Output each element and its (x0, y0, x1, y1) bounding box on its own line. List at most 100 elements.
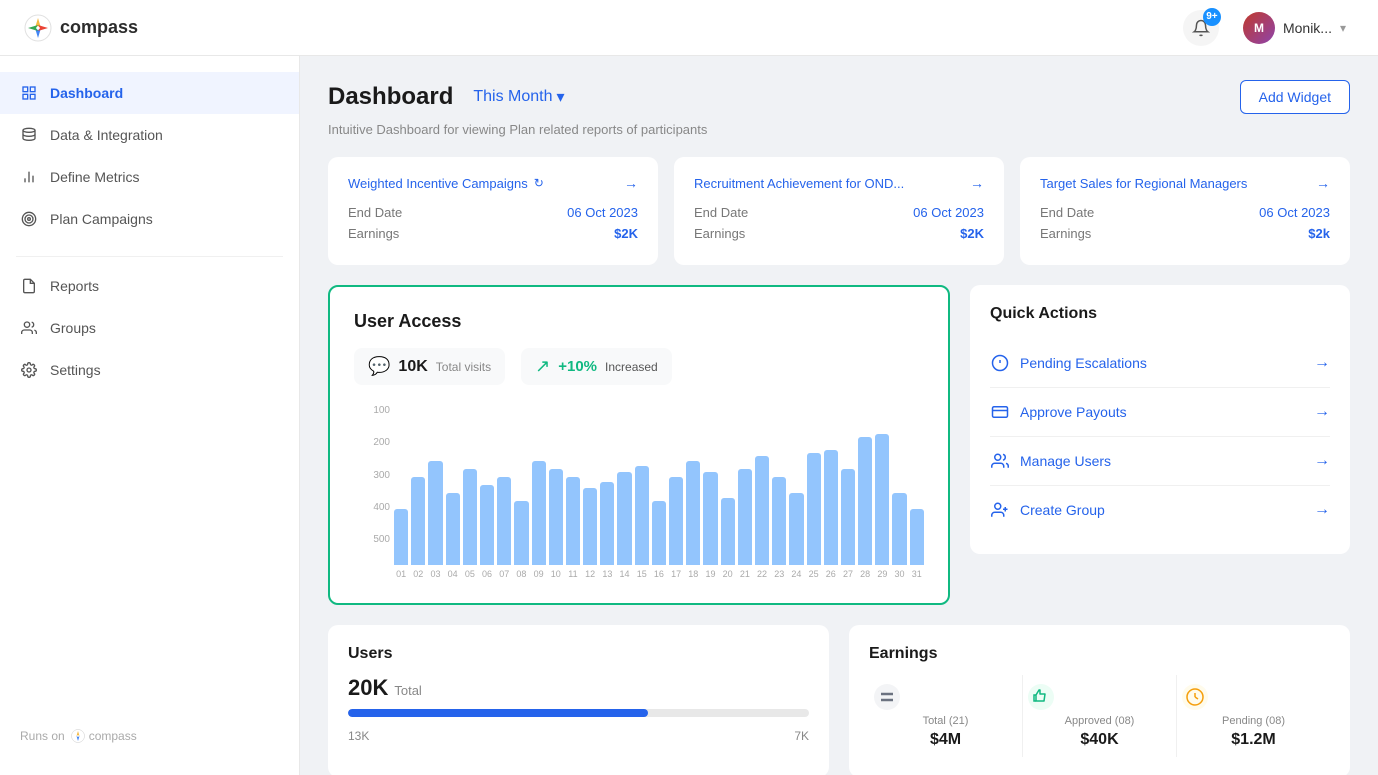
x-label: 30 (892, 569, 906, 579)
bar-4[interactable] (463, 469, 477, 565)
earning-stat-approved-label: Approved (08) (1027, 715, 1172, 727)
bar-20[interactable] (738, 469, 752, 565)
user-menu-button[interactable]: M Monik... ▾ (1235, 8, 1354, 48)
bar-8[interactable] (532, 461, 546, 565)
quick-action-create-group[interactable]: Create Group → (990, 486, 1330, 534)
bar-23[interactable] (789, 493, 803, 565)
x-label: 19 (703, 569, 717, 579)
navbar-right: 9+ M Monik... ▾ (1183, 8, 1354, 48)
bar-chart-container: 500 400 300 200 100 (354, 405, 924, 565)
page-subtitle: Intuitive Dashboard for viewing Plan rel… (328, 122, 1350, 137)
earning-stat-total-value: $4M (873, 731, 1018, 749)
bar-chart (354, 405, 924, 565)
grid-icon (20, 84, 38, 102)
sidebar-item-plan-campaigns[interactable]: Plan Campaigns (0, 198, 299, 240)
x-label: 26 (824, 569, 838, 579)
database-icon (20, 126, 38, 144)
bar-15[interactable] (652, 501, 666, 565)
bar-22[interactable] (772, 477, 786, 565)
bar-27[interactable] (858, 437, 872, 565)
add-widget-button[interactable]: Add Widget (1240, 80, 1350, 114)
x-label: 15 (635, 569, 649, 579)
quick-actions-title: Quick Actions (990, 305, 1330, 323)
bar-1[interactable] (411, 477, 425, 565)
payout-icon (990, 402, 1010, 422)
quick-action-arrow-3: → (1314, 501, 1330, 519)
notification-badge: 9+ (1203, 8, 1221, 26)
bar-0[interactable] (394, 509, 408, 565)
quick-action-left-2: Manage Users (990, 451, 1111, 471)
quick-action-pending-escalations[interactable]: Pending Escalations → (990, 339, 1330, 388)
bar-10[interactable] (566, 477, 580, 565)
bar-18[interactable] (703, 472, 717, 565)
bar-17[interactable] (686, 461, 700, 565)
user-avatar: M (1243, 12, 1275, 44)
campaign-row-enddate-1: End Date 06 Oct 2023 (694, 205, 984, 220)
sidebar-footer: Runs on compass (0, 713, 299, 759)
bar-16[interactable] (669, 477, 683, 565)
bar-11[interactable] (583, 488, 597, 565)
x-label: 21 (738, 569, 752, 579)
sidebar-item-groups[interactable]: Groups (0, 307, 299, 349)
x-label: 31 (910, 569, 924, 579)
users-progress-bar (348, 709, 809, 717)
bar-21[interactable] (755, 456, 769, 565)
bar-19[interactable] (721, 498, 735, 565)
user-name: Monik... (1283, 20, 1332, 36)
quick-action-arrow-1: → (1314, 403, 1330, 421)
campaign-row-enddate-2: End Date 06 Oct 2023 (1040, 205, 1330, 220)
quick-action-arrow-0: → (1314, 354, 1330, 372)
x-label: 29 (875, 569, 889, 579)
bar-24[interactable] (807, 453, 821, 565)
sidebar-define-metrics-label: Define Metrics (50, 169, 139, 185)
bar-chart-y-axis: 500 400 300 200 100 (354, 405, 390, 545)
period-selector[interactable]: This Month ▾ (465, 83, 572, 111)
sidebar-item-dashboard[interactable]: Dashboard (0, 72, 299, 114)
campaign-row-earnings-2: Earnings $2k (1040, 226, 1330, 241)
earning-stat-total-label: Total (21) (873, 715, 1018, 727)
x-label: 28 (858, 569, 872, 579)
layout: Dashboard Data & Integration Define Metr… (0, 56, 1378, 775)
users-bottom-row: 13K 7K (348, 729, 809, 743)
quick-action-approve-payouts[interactable]: Approve Payouts → (990, 388, 1330, 437)
bar-3[interactable] (446, 493, 460, 565)
earning-stat-total: Total (21) $4M (869, 675, 1022, 757)
x-label: 16 (652, 569, 666, 579)
campaign-arrow-0[interactable]: → (624, 175, 638, 191)
bar-7[interactable] (514, 501, 528, 565)
bar-13[interactable] (617, 472, 631, 565)
quick-action-manage-users[interactable]: Manage Users → (990, 437, 1330, 486)
campaign-row-enddate-0: End Date 06 Oct 2023 (348, 205, 638, 220)
bar-9[interactable] (549, 469, 563, 565)
manage-users-icon (990, 451, 1010, 471)
campaign-arrow-1[interactable]: → (970, 175, 984, 191)
bar-28[interactable] (875, 434, 889, 565)
x-label: 11 (566, 569, 580, 579)
bar-29[interactable] (892, 493, 906, 565)
sidebar-main-section: Dashboard Data & Integration Define Metr… (0, 72, 299, 240)
earning-stat-approved-value: $40K (1027, 731, 1172, 749)
bar-2[interactable] (428, 461, 442, 565)
users-total-label: Total (394, 683, 421, 698)
page-header: Dashboard This Month ▾ Add Widget (328, 80, 1350, 114)
sidebar-item-define-metrics[interactable]: Define Metrics (0, 156, 299, 198)
x-label: 20 (721, 569, 735, 579)
bar-12[interactable] (600, 482, 614, 565)
right-column: Quick Actions Pending Escalations → (970, 285, 1350, 605)
users-total-value: 20K (348, 675, 388, 701)
campaign-arrow-2[interactable]: → (1316, 175, 1330, 191)
bar-14[interactable] (635, 466, 649, 565)
bar-25[interactable] (824, 450, 838, 565)
bar-chart-x-axis: 0102030405060708091011121314151617181920… (354, 569, 924, 579)
bar-6[interactable] (497, 477, 511, 565)
x-label: 12 (583, 569, 597, 579)
bar-5[interactable] (480, 485, 494, 565)
total-visits-value: 10K (398, 358, 427, 376)
sidebar-item-reports[interactable]: Reports (0, 265, 299, 307)
sidebar-item-data-integration[interactable]: Data & Integration (0, 114, 299, 156)
notification-button[interactable]: 9+ (1183, 10, 1219, 46)
bar-26[interactable] (841, 469, 855, 565)
sidebar-item-settings[interactable]: Settings (0, 349, 299, 391)
bar-30[interactable] (910, 509, 924, 565)
sidebar-footer-text: Runs on (20, 729, 65, 743)
